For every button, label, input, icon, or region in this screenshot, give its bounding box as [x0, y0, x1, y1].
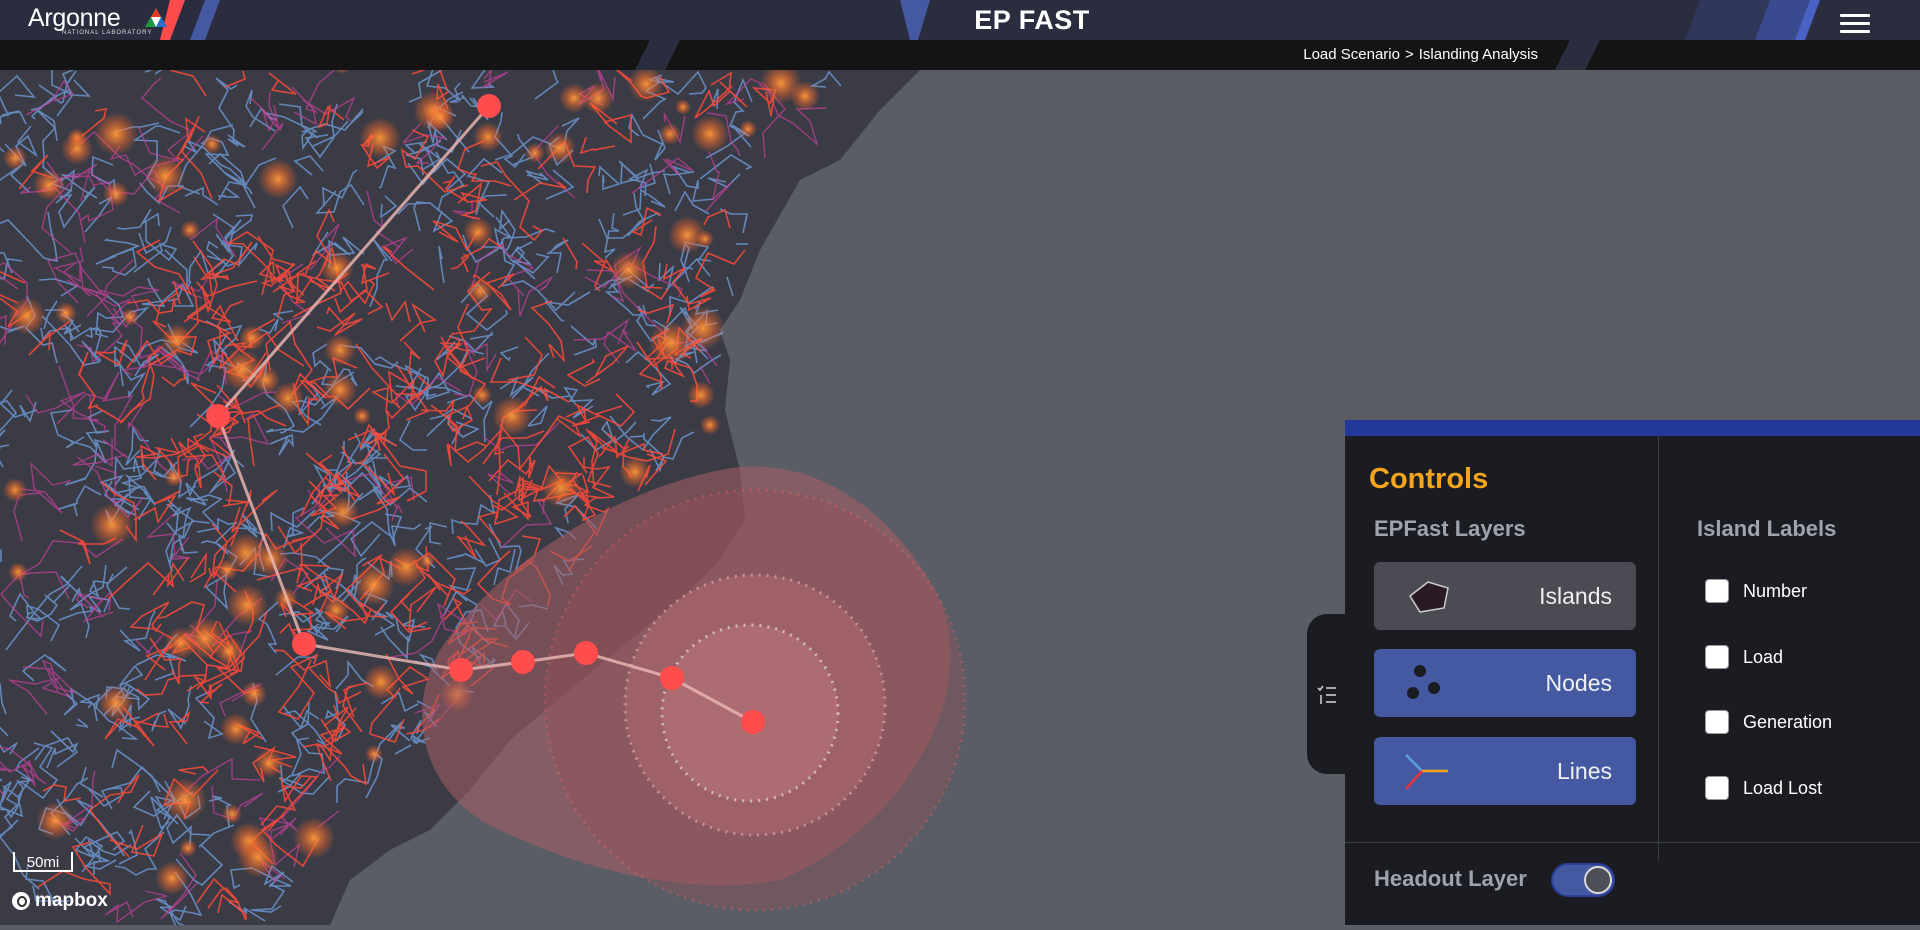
breadcrumb: Load Scenario > Islanding Analysis [1303, 46, 1538, 63]
header-bar: Argonne NATIONAL LABORATORY EP FAST Load… [0, 0, 1920, 70]
nodes-dots-icon [1407, 665, 1440, 699]
islands-layer-label: Islands [1539, 583, 1612, 609]
label-load-lost-text: Load Lost [1743, 777, 1823, 798]
label-load-checkbox[interactable] [1705, 645, 1729, 669]
label-generation-option[interactable]: Generation [1705, 710, 1832, 734]
app-title: EP FAST [974, 5, 1090, 35]
controls-title: Controls [1369, 463, 1489, 495]
islands-layer-button[interactable]: Islands [1374, 562, 1636, 630]
label-load-option[interactable]: Load [1705, 645, 1783, 669]
pentagon-icon [1409, 581, 1449, 613]
breadcrumb-load-scenario[interactable]: Load Scenario [1303, 46, 1400, 63]
label-load-lost-checkbox[interactable] [1705, 776, 1729, 800]
label-load-lost-option[interactable]: Load Lost [1705, 776, 1822, 800]
label-load-text: Load [1743, 646, 1784, 667]
toggle-knob [1584, 866, 1612, 894]
lines-layer-button[interactable]: Lines [1374, 737, 1636, 805]
map-scale: 50mi [13, 852, 73, 872]
breadcrumb-separator: > [1404, 46, 1414, 63]
list-check-icon [1317, 685, 1336, 704]
breadcrumb-islanding-analysis[interactable]: Islanding Analysis [1419, 46, 1538, 63]
controls-toggle-tab[interactable] [1307, 614, 1347, 774]
label-generation-checkbox[interactable] [1705, 710, 1729, 734]
nodes-layer-button[interactable]: Nodes [1374, 649, 1636, 717]
epfast-layers-heading: EPFast Layers [1374, 516, 1526, 541]
lines-layer-label: Lines [1557, 758, 1612, 784]
panel-top-accent [1345, 420, 1920, 436]
mapbox-attribution[interactable]: mapbox [12, 890, 108, 912]
controls-panel: Controls EPFast Layers Islands Nodes Lin… [1345, 420, 1920, 925]
nodes-layer-label: Nodes [1545, 670, 1612, 696]
label-number-text: Number [1743, 580, 1808, 601]
panel-horizontal-divider [1345, 842, 1920, 843]
hamburger-menu-icon[interactable] [1840, 14, 1870, 36]
panel-vertical-divider [1658, 436, 1659, 861]
island-labels-heading: Island Labels [1697, 516, 1837, 541]
mapbox-logo-icon [12, 892, 30, 910]
label-number-checkbox[interactable] [1705, 579, 1729, 603]
headout-layer-label: Headout Layer [1374, 866, 1527, 891]
mapbox-label: mapbox [35, 890, 108, 911]
lines-branch-icon [1405, 754, 1448, 790]
label-number-option[interactable]: Number [1705, 579, 1807, 603]
label-generation-text: Generation [1743, 711, 1833, 732]
headout-layer-toggle[interactable] [1551, 863, 1615, 897]
